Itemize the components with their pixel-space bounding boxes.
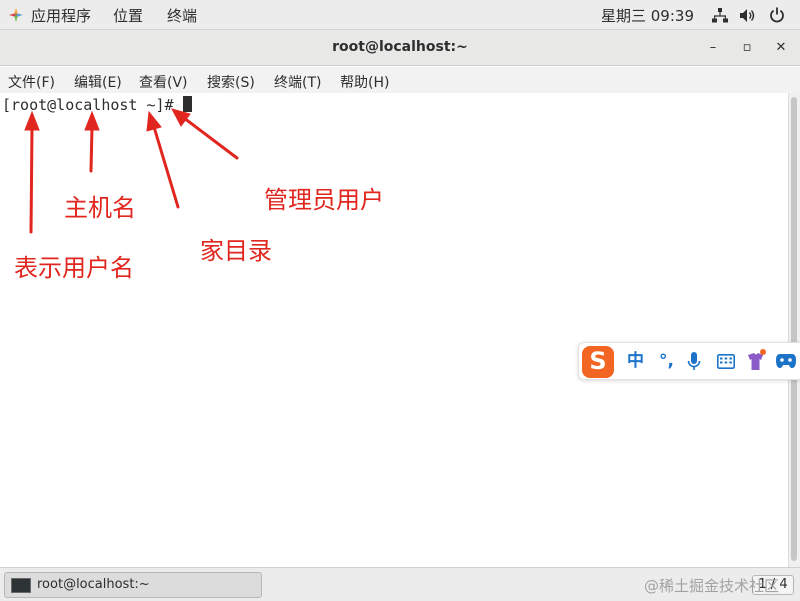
arrow-home-dir xyxy=(152,125,180,209)
taskbar: root@localhost:~ 1 / 4 @稀土掘金技术社区 xyxy=(0,567,800,601)
microphone-icon[interactable] xyxy=(687,352,701,372)
gamepad-icon[interactable] xyxy=(775,353,797,370)
annotation-hostname: 主机名 xyxy=(64,194,136,222)
ime-chinese-mode[interactable]: 中 xyxy=(627,351,644,371)
arrow-username xyxy=(29,125,34,234)
annotation-admin-user: 管理员用户 xyxy=(264,186,384,214)
annotation-username: 表示用户名 xyxy=(14,254,134,282)
annotation-arrows xyxy=(24,108,239,234)
terminal-icon xyxy=(11,578,31,593)
ime-logo[interactable]: S xyxy=(582,346,614,378)
ime-toolbar[interactable]: S 中 °, xyxy=(578,342,800,380)
taskbar-window-label: root@localhost:~ xyxy=(37,577,150,592)
keyboard-icon[interactable] xyxy=(717,354,735,369)
annotation-home-dir: 家目录 xyxy=(200,237,272,265)
taskbar-window-button[interactable]: root@localhost:~ xyxy=(4,572,262,598)
arrow-admin xyxy=(182,116,239,160)
watermark: @稀土掘金技术社区 xyxy=(644,577,780,595)
skin-icon[interactable] xyxy=(746,349,768,373)
ime-punctuation[interactable]: °, xyxy=(659,351,674,371)
arrow-hostname xyxy=(89,125,94,173)
